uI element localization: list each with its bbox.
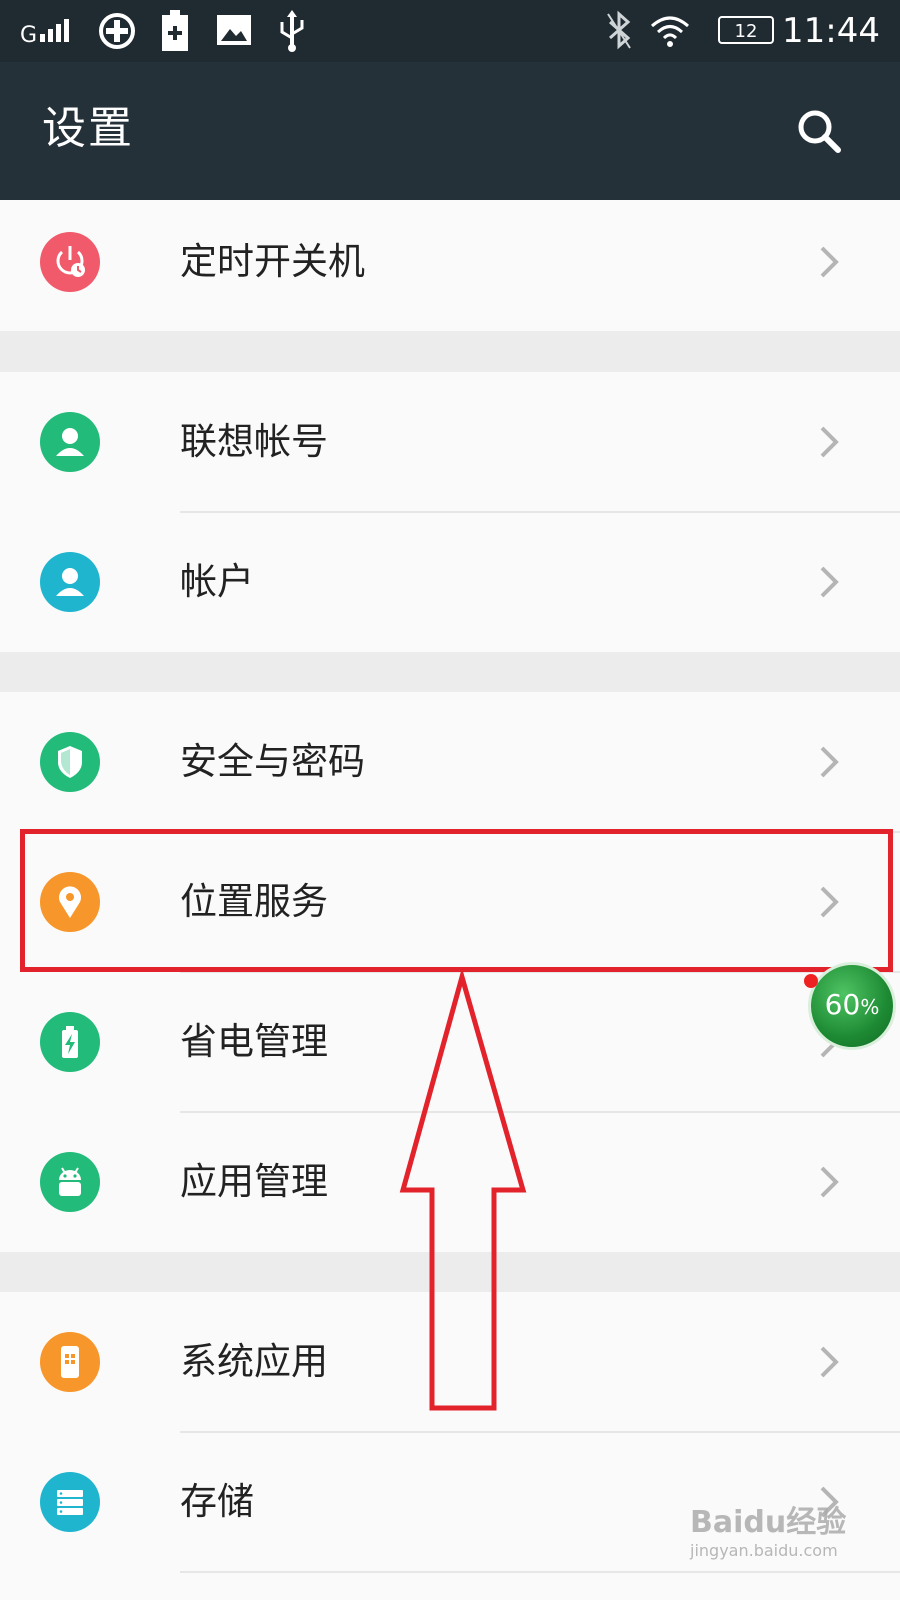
wifi-icon (650, 10, 690, 52)
data-saver-icon (96, 10, 138, 52)
floating-memory-badge[interactable]: 60% (808, 962, 896, 1050)
battery-icon (40, 1012, 100, 1072)
settings-group-2: 联想帐号 帐户 (0, 372, 900, 652)
app-bar: 设置 (0, 62, 900, 200)
badge-unit: % (860, 995, 880, 1019)
user-icon (40, 412, 100, 472)
chevron-right-icon (820, 746, 839, 778)
settings-item-security[interactable]: 安全与密码 (0, 692, 900, 832)
settings-item-system-apps[interactable]: 系统应用 (0, 1292, 900, 1432)
settings-group-1: 定时开关机 (0, 200, 900, 331)
power-schedule-icon (40, 232, 100, 292)
settings-item-label: 系统应用 (180, 1340, 328, 1383)
watermark: Baidu经验 jingyan.baidu.com (690, 1505, 846, 1561)
chevron-right-icon (820, 566, 839, 598)
settings-item-label: 帐户 (180, 560, 254, 603)
usb-icon (276, 10, 308, 52)
phone-app-icon (40, 1332, 100, 1392)
settings-item-label: 定时开关机 (180, 240, 365, 283)
highlight-box (20, 829, 893, 972)
settings-item-power-saving[interactable]: 省电管理 (0, 972, 900, 1112)
settings-group-3: 安全与密码 位置服务 省电管理 应用管理 (0, 692, 900, 1252)
shield-icon (40, 732, 100, 792)
settings-item-lenovo-id[interactable]: 联想帐号 (0, 372, 900, 512)
battery-plus-icon (160, 10, 190, 52)
signal-icon: G (20, 10, 82, 52)
chevron-right-icon (820, 1166, 839, 1198)
badge-value: 60 (824, 988, 861, 1021)
notification-dot (804, 974, 818, 988)
status-bar: G 12 11:44 (0, 0, 900, 62)
chevron-right-icon (820, 1346, 839, 1378)
android-icon (40, 1152, 100, 1212)
watermark-sub: jingyan.baidu.com (690, 1541, 838, 1560)
chevron-right-icon (820, 246, 839, 278)
settings-item-power-schedule[interactable]: 定时开关机 (0, 192, 900, 332)
divider (180, 1571, 900, 1573)
watermark-main: Baidu经验 (690, 1505, 847, 1540)
bluetooth-icon (604, 10, 634, 52)
page-title: 设置 (42, 103, 134, 154)
storage-icon (40, 1472, 100, 1532)
settings-item-label: 存储 (180, 1480, 254, 1523)
battery-level: 12 (718, 16, 774, 44)
settings-item-label: 联想帐号 (180, 420, 328, 463)
svg-text:G: G (20, 23, 37, 48)
settings-item-label: 省电管理 (180, 1020, 328, 1063)
chevron-right-icon (820, 426, 839, 458)
account-icon (40, 552, 100, 612)
settings-item-app-management[interactable]: 应用管理 (0, 1112, 900, 1252)
search-button[interactable] (790, 102, 850, 162)
status-time: 11:44 (782, 11, 880, 51)
settings-item-accounts[interactable]: 帐户 (0, 512, 900, 652)
search-icon (798, 110, 841, 153)
image-icon (216, 10, 252, 52)
settings-item-label: 安全与密码 (180, 740, 365, 783)
settings-item-label: 应用管理 (180, 1160, 328, 1203)
